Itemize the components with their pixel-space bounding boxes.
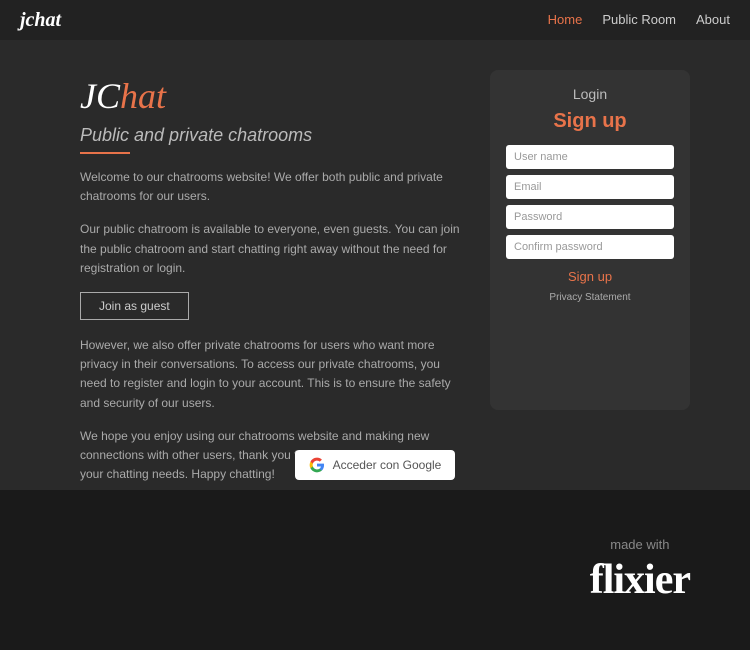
divider (80, 152, 130, 154)
signup-title: Sign up (553, 110, 626, 133)
join-guest-button[interactable]: Join as guest (80, 292, 189, 320)
desc-3: However, we also offer private chatrooms… (80, 336, 460, 413)
nav-logo: jchat (20, 9, 61, 32)
navbar: jchat Home Public Room About (0, 0, 750, 40)
password-field[interactable] (506, 205, 674, 229)
made-with-section: made with flixier (590, 537, 690, 604)
email-field[interactable] (506, 175, 674, 199)
nav-links: Home Public Room About (548, 11, 730, 29)
desc-1: Welcome to our chatrooms website! We off… (80, 168, 460, 206)
google-btn-label: Acceder con Google (333, 458, 442, 472)
google-icon (309, 457, 325, 473)
privacy-link[interactable]: Privacy Statement (549, 292, 630, 303)
brand-logo: JChat (80, 75, 166, 117)
nav-link-home[interactable]: Home (548, 12, 583, 27)
made-with-text: made with (590, 537, 690, 552)
hero-section: JChat Public and private chatrooms Welco… (80, 70, 460, 410)
flixier-brand: flixier (590, 556, 690, 604)
nav-link-public-room[interactable]: Public Room (602, 12, 676, 27)
main-content: JChat Public and private chatrooms Welco… (0, 40, 750, 440)
signup-button[interactable]: Sign up (568, 269, 612, 284)
login-title: Login (573, 86, 607, 102)
username-field[interactable] (506, 145, 674, 169)
tagline: Public and private chatrooms (80, 125, 460, 146)
confirm-password-field[interactable] (506, 235, 674, 259)
nav-link-about[interactable]: About (696, 12, 730, 27)
footer: made with flixier (0, 490, 750, 650)
desc-2: Our public chatroom is available to ever… (80, 220, 460, 278)
login-panel: Login Sign up Sign up Privacy Statement (490, 70, 690, 410)
google-signin-button[interactable]: Acceder con Google (295, 450, 456, 480)
